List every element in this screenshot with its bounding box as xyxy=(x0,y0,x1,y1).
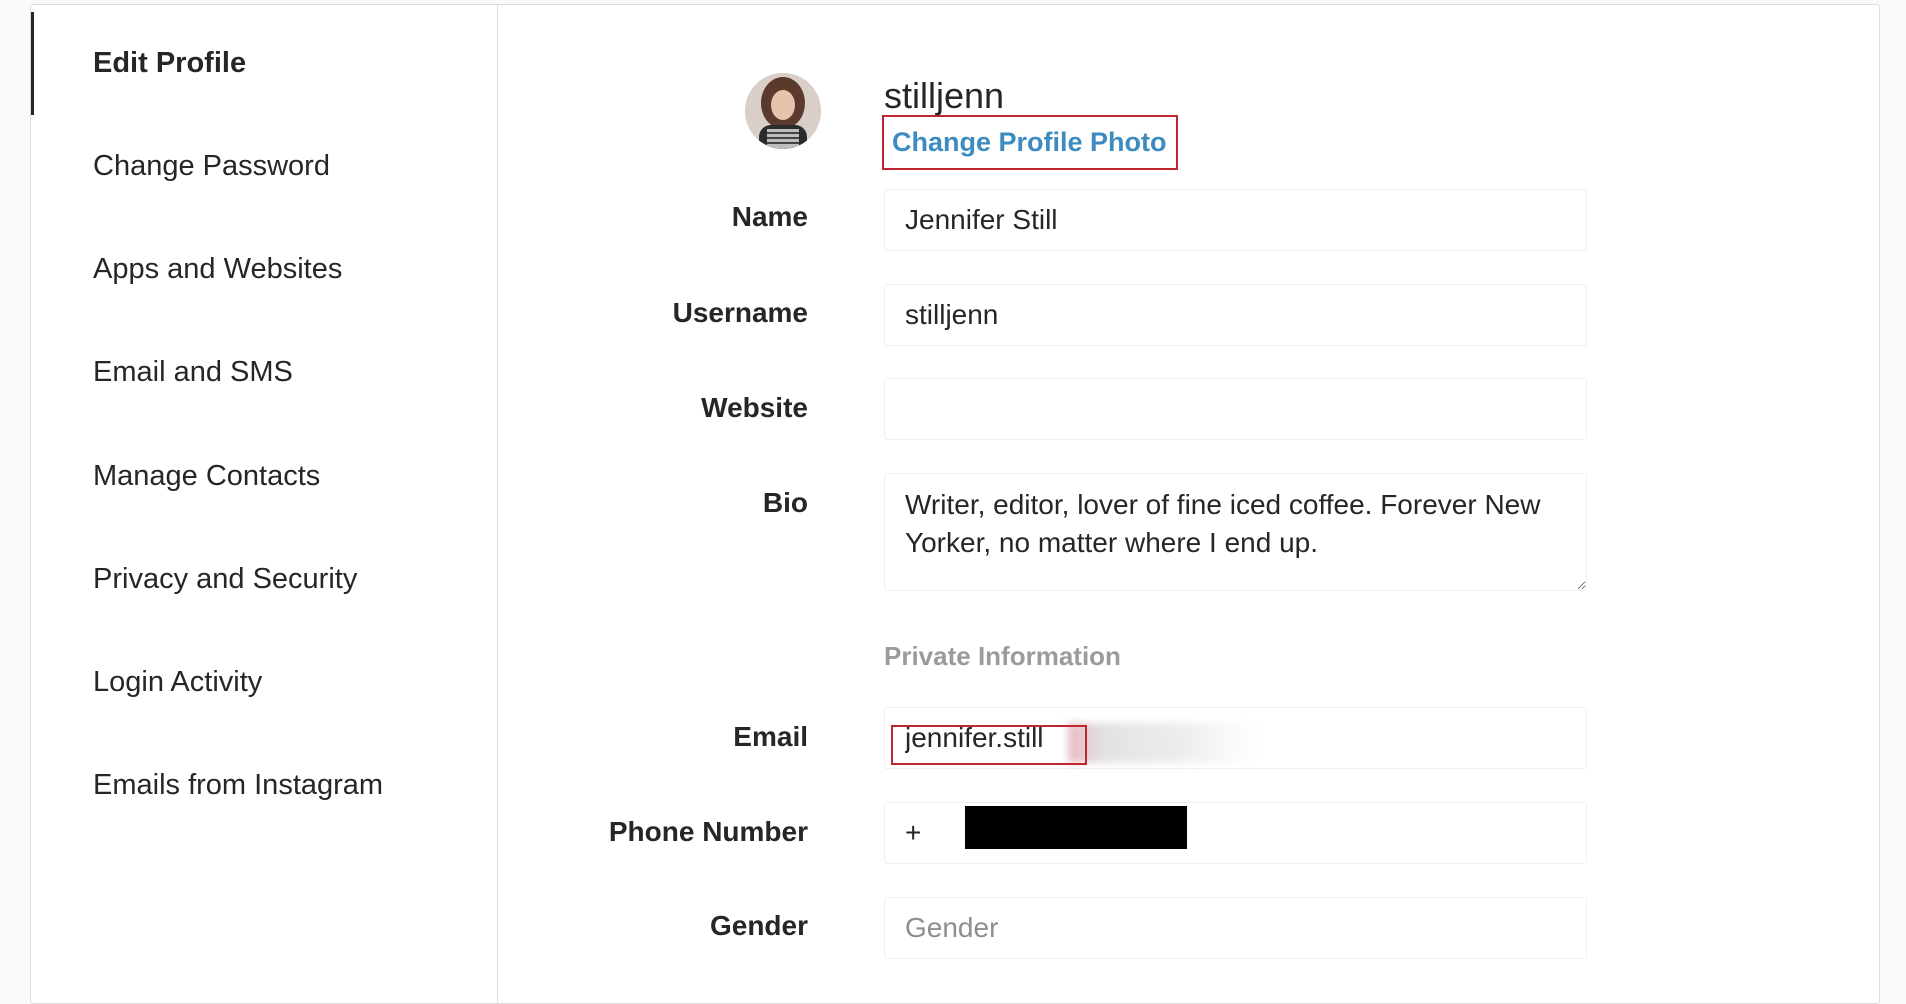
gender-label: Gender xyxy=(709,910,808,941)
sidebar-item-login-activity[interactable]: Login Activity xyxy=(31,631,497,734)
website-input[interactable] xyxy=(884,378,1587,440)
bio-textarea[interactable]: Writer, editor, lover of fine iced coffe… xyxy=(884,473,1587,591)
edit-profile-form: stilljenn Change Profile Photo Name User… xyxy=(498,5,1879,1003)
name-label: Name xyxy=(731,201,808,232)
email-input[interactable] xyxy=(884,707,1587,769)
sidebar-item-privacy-and-security[interactable]: Privacy and Security xyxy=(31,528,497,631)
avatar[interactable] xyxy=(745,73,821,149)
sidebar-item-edit-profile[interactable]: Edit Profile xyxy=(31,12,497,115)
settings-panel: Edit Profile Change Password Apps and We… xyxy=(30,4,1880,1004)
gender-input[interactable] xyxy=(884,897,1587,959)
email-label: Email xyxy=(733,721,808,752)
profile-username: stilljenn xyxy=(884,75,1005,116)
sidebar-item-manage-contacts[interactable]: Manage Contacts xyxy=(31,425,497,528)
sidebar-item-apps-and-websites[interactable]: Apps and Websites xyxy=(31,218,497,321)
sidebar-item-change-password[interactable]: Change Password xyxy=(31,115,497,218)
change-profile-photo-link[interactable]: Change Profile Photo xyxy=(882,115,1178,170)
phone-number-label: Phone Number xyxy=(608,816,808,847)
bio-label: Bio xyxy=(762,487,808,518)
settings-sidebar: Edit Profile Change Password Apps and We… xyxy=(31,5,498,1003)
sidebar-item-emails-from-instagram[interactable]: Emails from Instagram xyxy=(31,734,497,837)
phone-number-input[interactable] xyxy=(884,802,1587,864)
private-information-heading: Private Information xyxy=(884,641,1121,671)
username-input[interactable] xyxy=(884,284,1587,346)
website-label: Website xyxy=(701,392,808,423)
sidebar-item-email-and-sms[interactable]: Email and SMS xyxy=(31,321,497,424)
username-label: Username xyxy=(672,297,808,328)
profile-photo-icon xyxy=(745,73,821,149)
name-input[interactable] xyxy=(884,189,1587,251)
